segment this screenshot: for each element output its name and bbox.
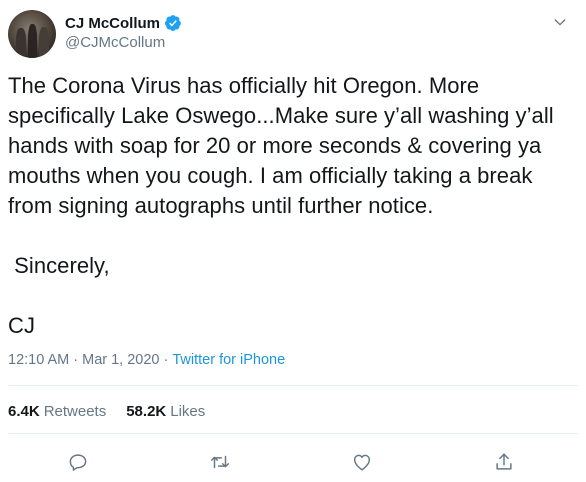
tweet-text: The Corona Virus has officially hit Oreg… xyxy=(8,73,554,338)
divider xyxy=(8,385,578,386)
author-row: CJ McCollum xyxy=(65,13,182,33)
meta-separator: · xyxy=(73,352,79,368)
tweet-source-link[interactable]: Twitter for iPhone xyxy=(172,352,285,368)
share-button[interactable] xyxy=(488,446,520,478)
verified-badge-icon xyxy=(164,15,181,31)
tweet-meta: 12:10 AM · Mar 1, 2020 · Twitter for iPh… xyxy=(8,352,285,368)
avatar[interactable] xyxy=(8,10,56,58)
retweets-label: Retweets xyxy=(43,403,107,420)
reply-button[interactable] xyxy=(62,446,94,478)
likes-stat[interactable]: 58.2K Likes xyxy=(126,403,205,420)
tweet-date[interactable]: Mar 1, 2020 xyxy=(82,352,159,368)
tweet-card: CJ McCollum @CJMcCollum The Corona Virus… xyxy=(0,0,586,482)
divider-2 xyxy=(8,433,578,434)
retweet-icon xyxy=(211,455,229,469)
likes-label: Likes xyxy=(170,403,206,420)
meta-separator-2: · xyxy=(163,352,169,368)
tweet-actions xyxy=(0,446,586,478)
like-icon xyxy=(353,454,371,471)
retweets-stat[interactable]: 6.4K Retweets xyxy=(8,403,106,420)
retweet-button[interactable] xyxy=(204,446,236,478)
chevron-down-icon[interactable] xyxy=(552,14,568,30)
retweets-count: 6.4K xyxy=(8,403,40,420)
author-name[interactable]: CJ McCollum xyxy=(65,15,160,32)
author-handle[interactable]: @CJMcCollum xyxy=(65,34,165,51)
like-button[interactable] xyxy=(346,446,378,478)
reply-icon xyxy=(69,454,87,471)
tweet-time[interactable]: 12:10 AM xyxy=(8,352,69,368)
tweet-stats: 6.4K Retweets 58.2K Likes xyxy=(8,403,225,420)
share-icon xyxy=(496,453,512,470)
likes-count: 58.2K xyxy=(126,403,167,420)
